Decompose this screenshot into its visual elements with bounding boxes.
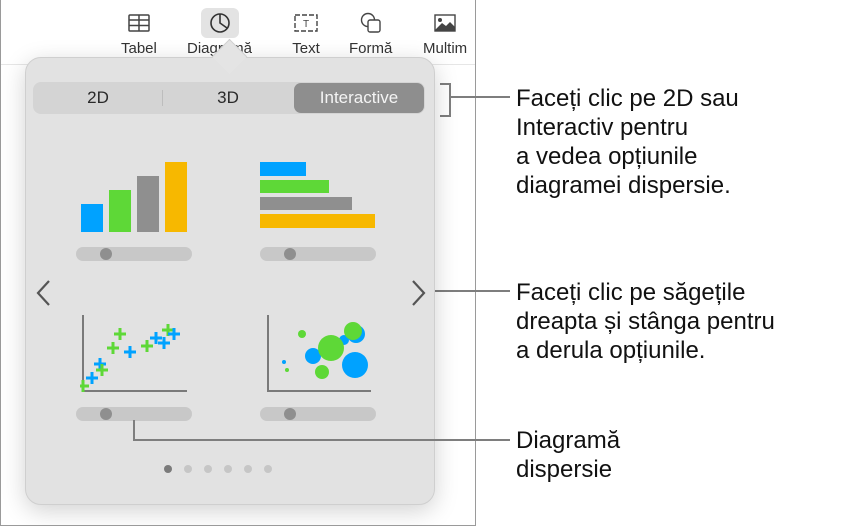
slider-knob[interactable]	[284, 408, 296, 420]
callout-line: a derula opțiunile.	[516, 337, 706, 364]
toolbar-table-button[interactable]: Tabel	[121, 8, 157, 57]
prev-page-button[interactable]	[34, 278, 54, 308]
bar-chart-icon	[260, 162, 375, 228]
chart-picker-popover: 2D 3D Interactive	[25, 57, 435, 505]
bubble-marker	[285, 368, 289, 372]
bubble-chart-slider[interactable]	[260, 407, 376, 421]
scatter-marker	[94, 358, 106, 370]
bracket-top	[440, 83, 450, 85]
scatter-marker	[124, 346, 136, 358]
callout-line: Faceți clic pe 2D sau	[516, 85, 739, 112]
bubble-marker	[298, 330, 306, 338]
slider-knob[interactable]	[100, 248, 112, 260]
chevron-left-icon	[36, 280, 50, 306]
toolbar-text-label: Text	[292, 40, 320, 57]
bracket-bottom	[440, 115, 450, 117]
scatter-marker	[114, 328, 126, 340]
bubble-chart-icon	[267, 315, 371, 392]
page-indicator	[164, 465, 272, 473]
leader-line-scatter	[133, 439, 510, 441]
bar-chart-thumbnail[interactable]	[260, 162, 378, 237]
page-dot[interactable]	[204, 465, 212, 473]
bar-yellow	[260, 214, 375, 228]
callout-line: a vedea opțiunile	[516, 143, 698, 170]
callout-line: diagramei dispersie.	[516, 172, 731, 199]
callout-arrows: Faceți clic pe săgețile dreapta și stâng…	[516, 278, 775, 365]
chevron-right-icon	[412, 280, 426, 306]
column-bar-blue	[81, 204, 103, 232]
bubble-marker	[282, 360, 286, 364]
callout-line: dispersie	[516, 456, 613, 483]
column-chart-thumbnail[interactable]	[79, 158, 191, 238]
page-dot[interactable]	[164, 465, 172, 473]
media-icon	[430, 8, 460, 38]
column-bar-green	[109, 190, 131, 232]
page-dot[interactable]	[264, 465, 272, 473]
bracket-vertical	[449, 83, 451, 117]
slider-knob[interactable]	[284, 248, 296, 260]
callout-tabs: Faceți clic pe 2D sau Interactiv pentru …	[516, 84, 739, 200]
scatter-marker	[96, 364, 108, 376]
scatter-marker	[141, 340, 153, 352]
chart-icon	[200, 8, 239, 38]
svg-text:T: T	[303, 19, 309, 30]
toolbar-text-button[interactable]: T Text	[291, 8, 321, 57]
callout-line: dreapta și stânga pentru	[516, 308, 775, 335]
bar-blue	[260, 162, 306, 176]
toolbar-shape-button[interactable]: Formă	[349, 8, 392, 57]
column-bar-gray	[137, 176, 159, 232]
table-icon	[124, 8, 154, 38]
scatter-marker	[107, 342, 119, 354]
tab-3d-label: 3D	[217, 88, 239, 107]
tab-interactive-label: Interactive	[319, 88, 399, 107]
next-page-button[interactable]	[408, 278, 428, 308]
app-window: Tabel Diagramă T Text Formă Multim	[0, 0, 476, 526]
toolbar-table-label: Tabel	[121, 40, 157, 57]
tab-interactive[interactable]: Interactive	[294, 83, 424, 113]
slider-knob[interactable]	[100, 408, 112, 420]
bar-green	[260, 180, 329, 193]
scatter-chart-slider[interactable]	[76, 407, 192, 421]
bubble-marker	[342, 352, 368, 378]
bar-chart-slider[interactable]	[260, 247, 376, 261]
page-dot[interactable]	[244, 465, 252, 473]
scatter-marker	[86, 372, 98, 384]
column-chart-icon	[81, 162, 187, 232]
callout-line: Diagramă	[516, 427, 621, 454]
callout-line: Interactiv pentru	[516, 114, 689, 141]
leader-line-scatter-vertical	[133, 420, 135, 440]
bubble-chart-thumbnail[interactable]	[265, 314, 373, 399]
tab-2d-label: 2D	[87, 88, 109, 107]
shape-icon	[356, 8, 386, 38]
leader-line-tabs	[450, 96, 510, 98]
bubble-marker	[344, 322, 362, 340]
toolbar-media-button[interactable]: Multim	[423, 8, 467, 57]
column-chart-slider[interactable]	[76, 247, 192, 261]
callout-scatter: Diagramă dispersie	[516, 426, 620, 484]
scatter-chart-icon	[77, 315, 187, 392]
callout-line: Faceți clic pe săgețile	[516, 279, 746, 306]
page-dot[interactable]	[224, 465, 232, 473]
page-dot[interactable]	[184, 465, 192, 473]
toolbar-shape-label: Formă	[349, 40, 393, 57]
bubble-marker	[318, 335, 344, 361]
bubble-marker	[315, 365, 329, 379]
text-box-icon: T	[291, 8, 321, 38]
tab-3d[interactable]: 3D	[163, 82, 293, 114]
chart-type-segmented-control: 2D 3D Interactive	[33, 82, 425, 114]
scatter-chart-thumbnail[interactable]	[77, 314, 188, 399]
column-bar-yellow	[165, 162, 187, 232]
bar-gray	[260, 197, 352, 210]
leader-line-arrows	[424, 290, 510, 292]
toolbar-media-label: Multim	[423, 40, 468, 57]
tab-2d[interactable]: 2D	[33, 82, 163, 114]
